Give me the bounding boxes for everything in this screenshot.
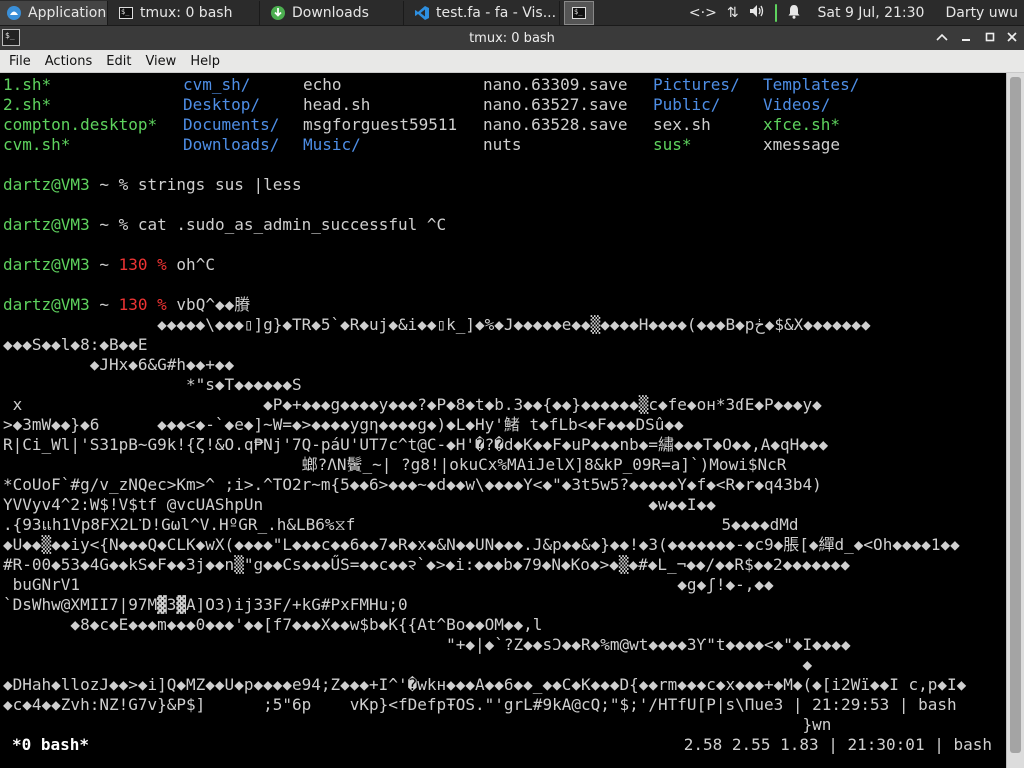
window-terminal-icon[interactable] <box>2 29 20 46</box>
command-text: cat .sudo_as_admin_successful ^C <box>137 215 447 234</box>
window-up-icon[interactable] <box>934 29 950 45</box>
ls-entry: xfce.sh* <box>763 115 841 134</box>
binary-garbage-line: .{93แh1Vp8FX2L་D!Gωl^V.HºGR_.h&LB6%⧖f 5◆… <box>3 515 799 534</box>
window-titlebar[interactable]: tmux: 0 bash <box>0 26 1024 50</box>
command-text: vbQ^◆◆賸 <box>176 295 251 314</box>
ls-entry: head.sh <box>303 95 371 114</box>
applications-label: Applications <box>28 4 108 21</box>
ls-entry: 1.sh* <box>3 75 52 94</box>
applications-icon <box>6 5 22 21</box>
taskbar-item-label: tmux: 0 bash <box>140 4 233 21</box>
menu-help[interactable]: Help <box>183 54 227 69</box>
prompt-line: dartz@VM3 ~ % strings sus |less <box>3 175 302 194</box>
binary-garbage-line: "+◆∣◆`?Z◆◆sƆ◆◆R◆%m@wt◆◆◆◆3Ƴ"t◆◆◆◆<◆"◆I◆◆… <box>3 635 851 654</box>
vscode-icon <box>414 5 430 21</box>
transfer-icon[interactable]: ⇅ <box>727 5 739 21</box>
exit-code: 130 <box>118 295 148 314</box>
binary-garbage-line: #R-00◆53◆4G◆◆kS◆F◆◆3j◆◆n▒"g◆◆Cs◆◆◆ŰS=◆◆c… <box>3 555 851 574</box>
window-title: tmux: 0 bash <box>469 30 555 46</box>
tmux-status-bar: *0 bash* 2.58 2.55 1.83 | 21:30:01 | bas… <box>0 735 1006 755</box>
bell-icon[interactable] <box>787 4 801 23</box>
tmux-window-list[interactable]: *0 bash* <box>12 735 89 755</box>
ls-entry: Documents/ <box>183 115 280 134</box>
ls-entry: nano.63527.save <box>483 95 628 114</box>
taskbar-item-label: test.fa - fa - Vis... <box>436 4 557 21</box>
ls-entry: echo <box>303 75 342 94</box>
top-panel: Applications $_ tmux: 0 bash Downloads t… <box>0 0 1024 26</box>
taskbar-item-tmux[interactable]: $_ tmux: 0 bash <box>112 0 260 25</box>
minimize-button[interactable] <box>958 29 974 45</box>
ls-entry: Templates/ <box>763 75 860 94</box>
binary-garbage-line: x ◆P◆+◆◆◆g◆◆◆◆y◆◆◆?◆P◆8◆t◆b.3◆◆{◆◆}◆◆◆◆◆… <box>3 395 822 414</box>
ls-entry: xmessage <box>763 135 841 154</box>
ls-entry: cvm_sh/ <box>183 75 251 94</box>
binary-garbage-line: ◆DHah◆llozJ◆◆>◆i]Q◆MZ◆◆U◆p◆◆◆◆e94;Z◆◆◆+I… <box>3 675 967 694</box>
binary-garbage-line: 螂?ΛN鬢_~| ?g8!|okuCx%MAiJelX]8&kP_09R=a]`… <box>3 455 787 474</box>
binary-garbage-line: ◆JHx◆6&G#h◆◆+◆◆ <box>3 355 235 374</box>
ls-entry: nano.63309.save <box>483 75 628 94</box>
terminal-icon: $_ <box>572 6 586 19</box>
applications-menu-button[interactable]: Applications <box>0 0 108 25</box>
ls-entry: Public/ <box>653 95 721 114</box>
binary-garbage-line: ◆c◆4◆◆Zvh:NZ!G7v}&P$] ;5"6p vKp}<fDefpŦO… <box>3 695 957 714</box>
system-tray: <·> ⇅ Sat 9 Jul, 21:30 Darty uwu <box>684 0 1024 26</box>
binary-garbage-line: ◆U◆◆▒◆◆iy<{N◆◆◆Q◆CLK◆wX(◆◆◆◆"L◆◆◆c◆◆6◆◆7… <box>3 535 960 554</box>
prompt-line: dartz@VM3 ~ % cat .sudo_as_admin_success… <box>3 215 447 234</box>
ls-entry: sex.sh <box>653 115 711 134</box>
ls-entry: nano.63528.save <box>483 115 628 134</box>
binary-garbage-line: ◆◆◆◆◆\◆◆◆▯]g}◆TR◆5`◆R◆uj◆&i◆◆▯k_]◆%◆J◆◆◆… <box>3 315 871 334</box>
binary-garbage-line: buGNrV1 ◆g◆ʃ!◆-,◆◆ <box>3 575 774 594</box>
ls-entry: compton.desktop* <box>3 115 158 134</box>
ls-entry: Downloads/ <box>183 135 280 154</box>
exit-code: 130 <box>118 255 148 274</box>
binary-garbage-line: R|Ci_Wl|'S31pB~G9k!{ζ!&O.q₱Nj'7Q-páU'UT7… <box>3 435 829 454</box>
terminal-icon: $_ <box>118 5 134 21</box>
ls-entry: msgforguest59511 <box>303 115 458 134</box>
menu-edit[interactable]: Edit <box>99 54 138 69</box>
menu-file[interactable]: File <box>0 54 38 69</box>
clock[interactable]: Sat 9 Jul, 21:30 <box>818 5 925 21</box>
binary-garbage-line: ◆8◆c◆E◆◆◆m◆◆◆0◆◆◆'◆◆[f7◆◆◆X◆◆w$b◆K{{At^B… <box>3 615 543 634</box>
menu-bar: File Actions Edit View Help <box>0 50 1024 73</box>
menu-actions[interactable]: Actions <box>38 54 100 69</box>
ls-entry: Music/ <box>303 135 361 154</box>
command-text: strings sus |less <box>137 175 302 194</box>
ls-entry: Desktop/ <box>183 95 261 114</box>
ls-entry: Videos/ <box>763 95 831 114</box>
command-text: oh^C <box>176 255 215 274</box>
ls-entry: Pictures/ <box>653 75 740 94</box>
taskbar-item-label: Downloads <box>292 4 369 21</box>
binary-garbage-line: YVVyv4^2:W$!V$tf @vcUAShpUn ◆w◆◆I◆◆ <box>3 495 716 514</box>
binary-garbage-line: ◆◆◆S◆◆l◆8:◆B◆◆E <box>3 335 148 354</box>
binary-garbage-line: `DsWhw@XMII7|97M▓3▓A]O3)ij33F/+kG#PxFMHu… <box>3 595 408 614</box>
battery-icon[interactable] <box>774 4 777 22</box>
terminal-scrollbar[interactable] <box>1006 73 1024 768</box>
ls-entry: cvm.sh* <box>3 135 71 154</box>
scrollbar-thumb[interactable] <box>1010 77 1021 753</box>
network-icon[interactable]: <·> <box>689 5 717 21</box>
taskbar-item-vscode[interactable]: test.fa - fa - Vis... <box>408 0 560 25</box>
binary-garbage-line: *"s◆T◆◆◆◆◆◆S <box>3 375 302 394</box>
taskbar-item-downloads[interactable]: Downloads <box>264 0 404 25</box>
ls-entry: sus* <box>653 135 692 154</box>
taskbar-item-terminal-active[interactable]: $_ <box>564 0 594 25</box>
binary-garbage-line: ◆ <box>3 655 813 674</box>
terminal-output[interactable]: 1.sh* cvm_sh/echo nano.63309.save Pictures/… <box>0 73 1006 768</box>
maximize-button[interactable] <box>982 29 998 45</box>
ls-entry: 2.sh* <box>3 95 52 114</box>
binary-garbage-line: >◆3mW◆◆}◆6 ◆◆◆<◆-`◆e◆]~W=◆>◆◆◆◆ygη◆◆◆◆g◆… <box>3 415 684 434</box>
binary-garbage-line: *CoUoF`#g/v_zNQec>Km>^ ;i>.^TO2r~m{5◆◆6>… <box>3 475 822 494</box>
volume-icon[interactable] <box>749 4 765 22</box>
close-button[interactable] <box>1004 29 1020 45</box>
menu-view[interactable]: View <box>138 54 183 69</box>
download-icon <box>270 5 286 21</box>
ls-entry: nuts <box>483 135 522 154</box>
prompt-line: dartz@VM3 ~ 130 % oh^C <box>3 255 215 274</box>
prompt-line: dartz@VM3 ~ 130 % vbQ^◆◆賸 <box>3 295 251 314</box>
binary-garbage-line: }wn <box>3 715 832 734</box>
user-menu[interactable]: Darty uwu <box>945 5 1018 21</box>
tmux-status-right: 2.58 2.55 1.83 | 21:30:01 | bash <box>683 735 992 754</box>
